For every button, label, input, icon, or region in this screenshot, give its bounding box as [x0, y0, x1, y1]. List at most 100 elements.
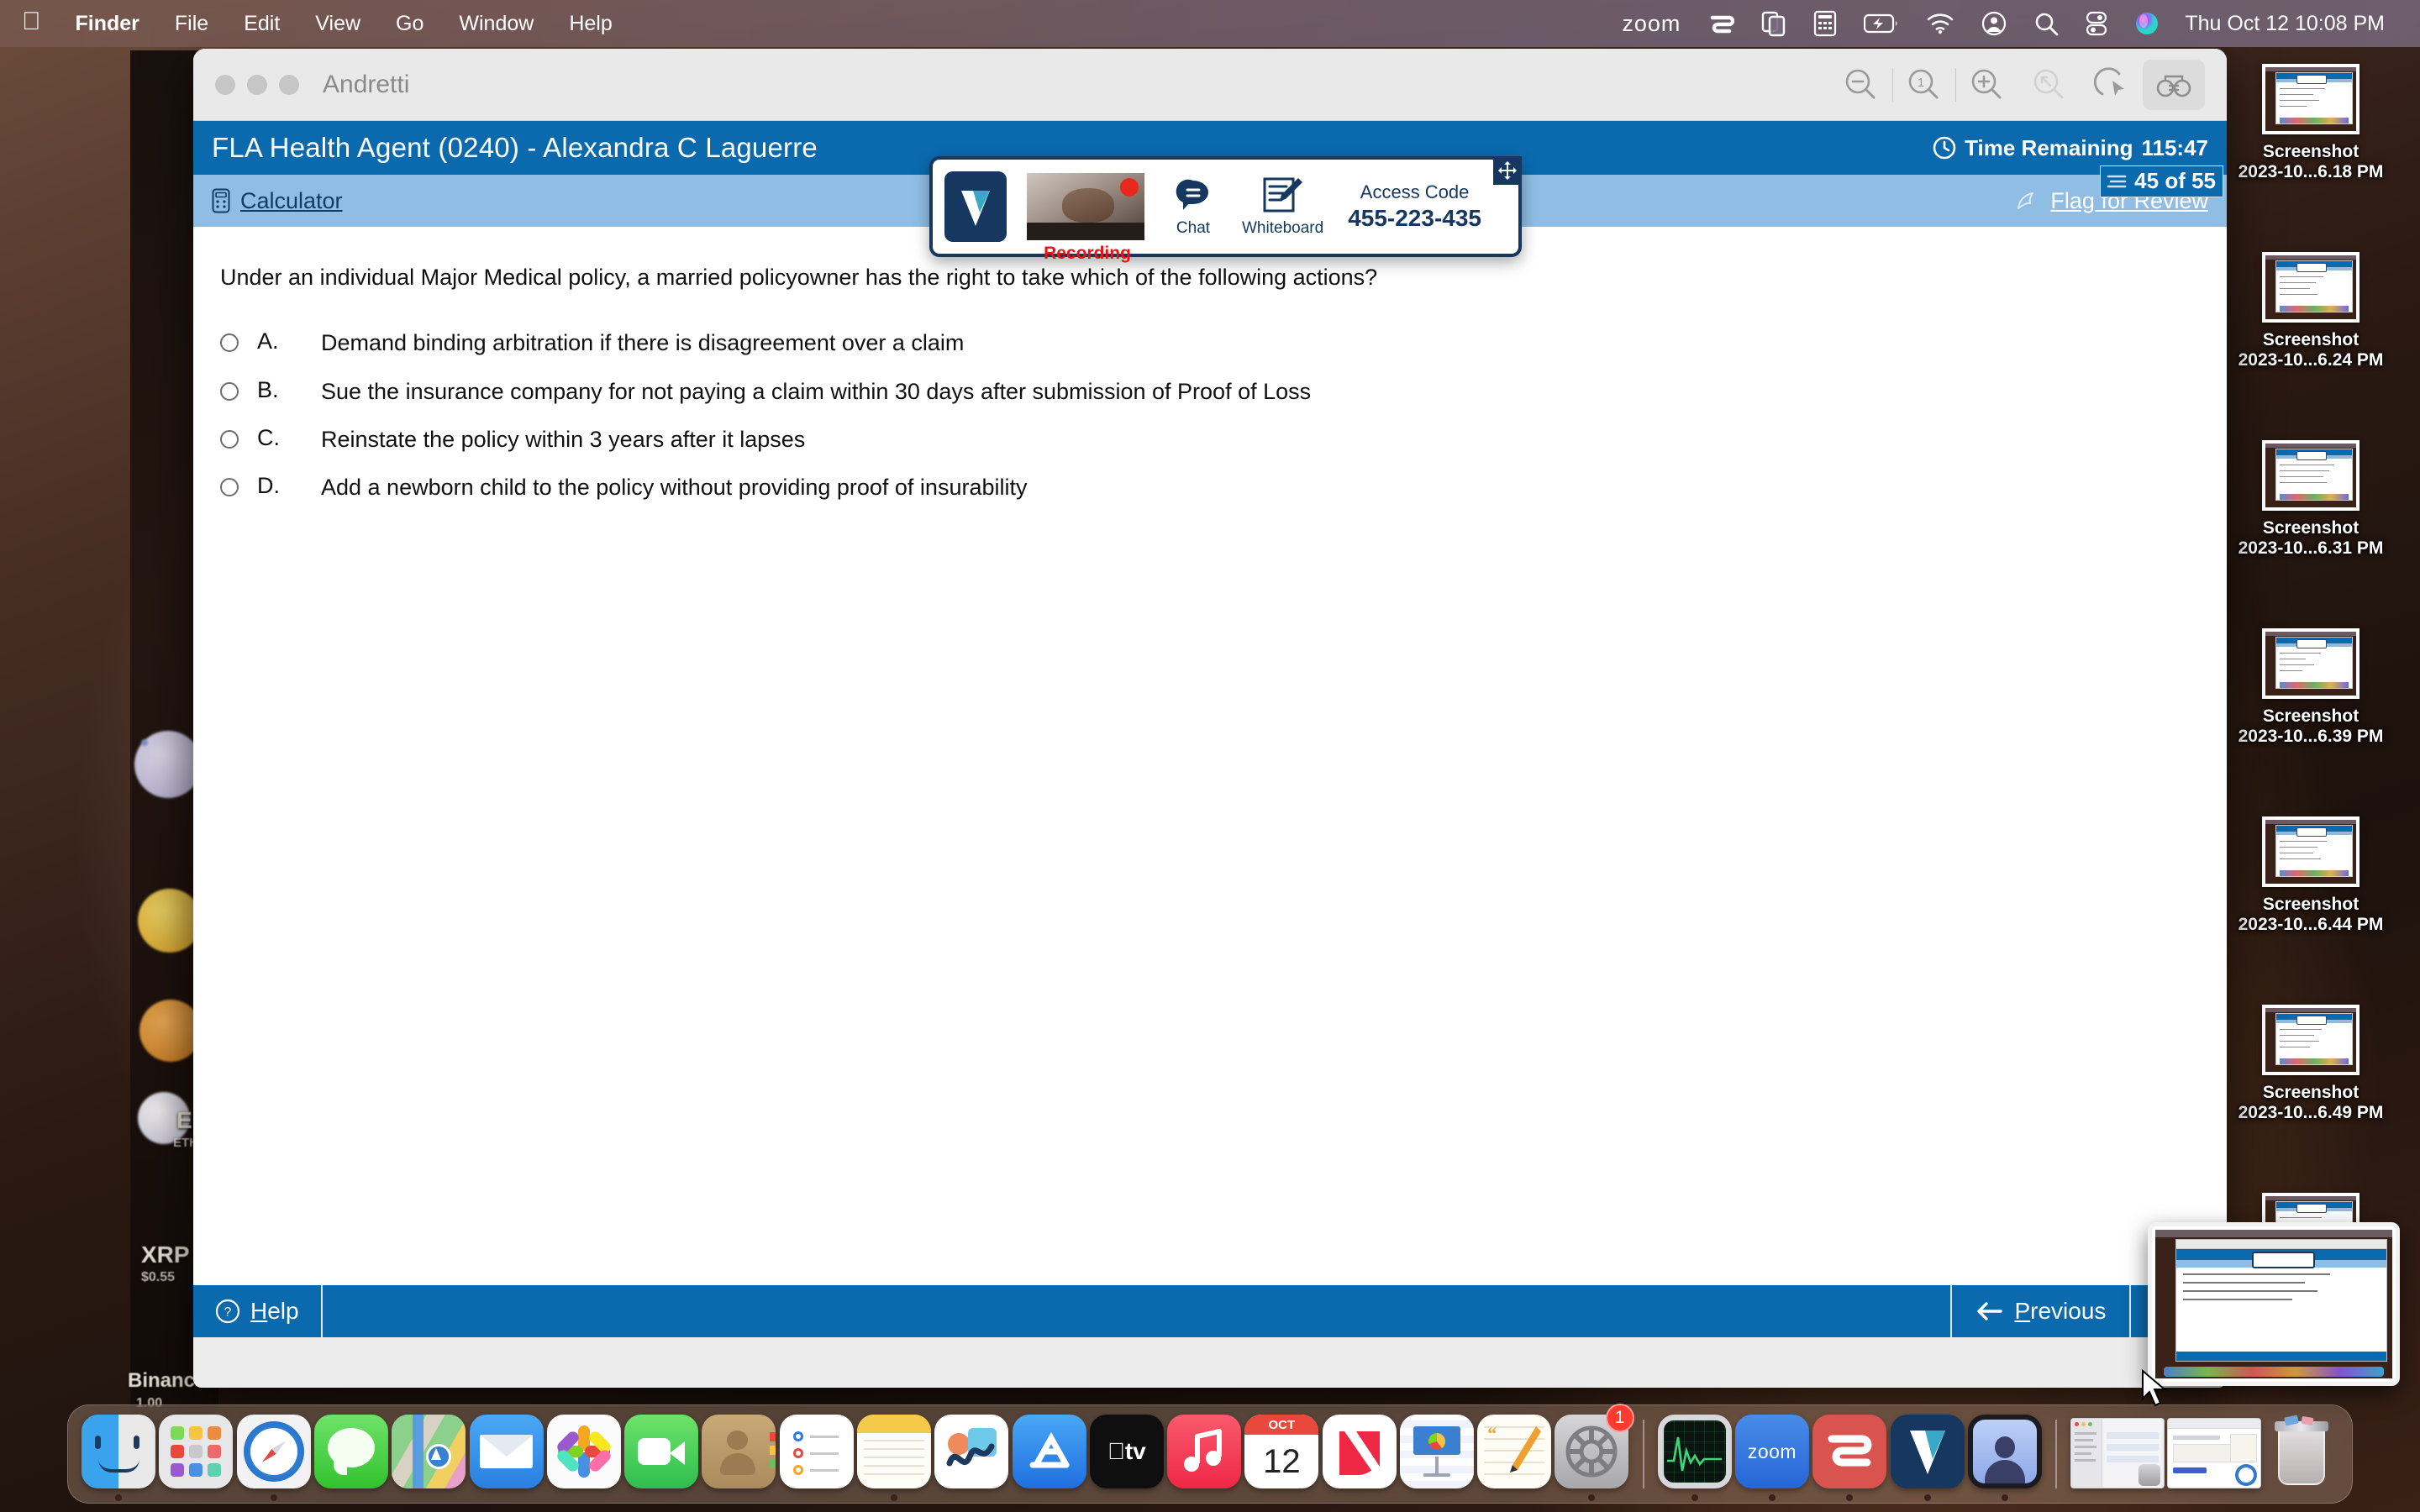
dock-running-indicator [115, 1494, 123, 1501]
dock-item-calendar[interactable]: OCT 12 [1243, 1407, 1320, 1501]
dock-item-keynote[interactable] [1398, 1407, 1476, 1501]
dock-item-photo-booth[interactable] [1966, 1407, 2044, 1501]
option-letter-d: D. [257, 472, 280, 498]
previous-button[interactable]: Previous [1952, 1285, 2129, 1337]
dock-item-apple-tv[interactable]: tv [1088, 1407, 1165, 1501]
zoom-to-fit-icon[interactable] [2018, 60, 2081, 110]
menu-bar-clock[interactable]: Thu Oct 12 10:08 PM [2173, 0, 2398, 47]
close-button[interactable] [215, 74, 235, 95]
window-title: Andretti [323, 70, 410, 98]
answer-option-c[interactable]: C. Reinstate the policy within 3 years a… [193, 416, 2227, 464]
maximize-button[interactable] [279, 74, 299, 95]
time-remaining-group: Time Remaining 115:47 [1933, 135, 2208, 161]
zoom-out-icon[interactable] [1830, 60, 1892, 110]
question-area: Under an individual Major Medical policy… [193, 227, 2227, 1285]
observe-mode-icon[interactable] [2143, 59, 2205, 110]
dock-item-system-settings[interactable]: 1 [1553, 1404, 1634, 1501]
answer-option-d[interactable]: D. Add a newborn child to the policy wit… [193, 464, 2227, 512]
dock-item-pearson-vue[interactable] [1888, 1407, 1965, 1501]
window-title-bar: Andretti 1 [193, 49, 2227, 121]
dock-item-photos[interactable] [545, 1407, 623, 1501]
expressvpn-menu-icon[interactable] [1694, 0, 1748, 47]
dock-item-facetime[interactable] [623, 1407, 700, 1501]
proctor-whiteboard-button[interactable]: Whiteboard [1242, 176, 1323, 238]
menu-item-view[interactable]: View [297, 0, 378, 47]
screenshot-preview-thumbnail[interactable] [2148, 1222, 2400, 1386]
dock-item-messages[interactable] [313, 1407, 390, 1501]
keyboard-input-icon[interactable] [1800, 0, 1850, 47]
radio-button-b[interactable] [220, 381, 239, 401]
control-center-icon[interactable] [2072, 0, 2121, 47]
battery-charging-icon[interactable] [1850, 0, 1912, 47]
messages-icon [313, 1415, 388, 1488]
menu-item-help[interactable]: Help [551, 0, 629, 47]
answer-option-b[interactable]: B. Sue the insurance company for not pay… [193, 368, 2227, 416]
minimize-button[interactable] [247, 74, 267, 95]
desktop-icon-screenshot-2[interactable]: Screenshot 2023-10...6.31 PM [2223, 440, 2399, 559]
zoom-in-icon[interactable] [1956, 60, 2018, 110]
dock-item-contacts[interactable] [700, 1407, 777, 1501]
zoom-menu-icon[interactable]: zoom [1608, 0, 1694, 47]
spotlight-search-icon[interactable] [2020, 0, 2072, 47]
answer-option-a[interactable]: A. Demand binding arbitration if there i… [193, 319, 2227, 367]
window-traffic-lights[interactable] [215, 74, 299, 95]
dock-item-app-store[interactable] [1010, 1407, 1087, 1501]
dock-item-launchpad[interactable] [157, 1407, 234, 1501]
dock-item-minimized-settings[interactable] [2069, 1407, 2165, 1501]
dock-item-zoom[interactable]: zoom [1733, 1407, 1811, 1501]
desktop-icon-screenshot-5[interactable]: Screenshot 2023-10...6.49 PM [2223, 1005, 2399, 1123]
zoom-actual-size-icon[interactable]: 1 [1893, 60, 1955, 110]
apple-logo-icon[interactable]:  [22, 9, 58, 38]
question-counter-label: 45 of 55 [2134, 168, 2216, 193]
dock-item-notes[interactable] [855, 1407, 933, 1501]
dock-item-freeform[interactable] [933, 1407, 1010, 1501]
menu-item-finder[interactable]: Finder [58, 0, 157, 47]
radio-button-d[interactable] [220, 477, 239, 496]
screen-mirroring-icon[interactable] [1748, 0, 1800, 47]
dock-running-indicator [890, 1494, 897, 1501]
dock-item-finder[interactable] [80, 1407, 157, 1501]
desktop-icon-label-line2: 2023-10...6.24 PM [2238, 350, 2384, 370]
mail-icon [469, 1415, 544, 1488]
dock-item-safari[interactable] [235, 1407, 313, 1501]
dock-divider [2054, 1420, 2057, 1488]
dock-item-mail[interactable] [467, 1407, 544, 1501]
previous-label-rest: revious [2030, 1298, 2107, 1324]
dock-item-trash[interactable] [2263, 1407, 2340, 1501]
dock-item-pages[interactable]: “ [1476, 1407, 1553, 1501]
menu-item-go[interactable]: Go [378, 0, 441, 47]
help-button[interactable]: ? Help [193, 1285, 321, 1337]
desktop-icon-screenshot-0[interactable]: Screenshot 2023-10...6.18 PM [2223, 64, 2399, 182]
dock-item-maps[interactable] [390, 1407, 467, 1501]
radio-button-c[interactable] [220, 429, 239, 449]
remote-control-icon[interactable] [2081, 60, 2143, 110]
move-handle-icon[interactable] [1493, 156, 1522, 185]
desktop-icon-screenshot-4[interactable]: Screenshot 2023-10...6.44 PM [2223, 816, 2399, 935]
dock-item-activity-monitor[interactable] [1656, 1407, 1733, 1501]
siri-icon[interactable] [2121, 0, 2173, 47]
calculator-button[interactable]: Calculator [212, 188, 343, 214]
menu-item-edit[interactable]: Edit [226, 0, 297, 47]
menu-item-window[interactable]: Window [441, 0, 551, 47]
wifi-icon[interactable] [1912, 0, 1968, 47]
menu-item-file[interactable]: File [157, 0, 226, 47]
time-remaining-value: 115:47 [2141, 134, 2208, 160]
radio-button-a[interactable] [220, 333, 239, 353]
proctor-chat-button[interactable]: Chat [1173, 176, 1213, 238]
dock-running-indicator [1923, 1494, 1931, 1501]
finder-icon [82, 1415, 156, 1488]
user-account-icon[interactable] [1968, 0, 2020, 47]
dock-item-reminders[interactable] [778, 1407, 855, 1501]
desktop-icon-screenshot-3[interactable]: Screenshot 2023-10...6.39 PM [2223, 628, 2399, 747]
desktop-icon-label: Screenshot 2023-10...6.49 PM [2223, 1083, 2399, 1123]
dock-running-indicator [1691, 1494, 1698, 1501]
desktop-icon-screenshot-1[interactable]: Screenshot 2023-10...6.24 PM [2223, 252, 2399, 370]
dock-item-minimized-safari[interactable] [2165, 1407, 2262, 1501]
dock-item-expressvpn[interactable] [1811, 1407, 1888, 1501]
question-counter[interactable]: 45 of 55 [2100, 165, 2223, 197]
desktop-icon-label-line2: 2023-10...6.44 PM [2238, 915, 2384, 935]
dock-item-music[interactable] [1165, 1407, 1243, 1501]
exam-title: FLA Health Agent (0240) - Alexandra C La… [212, 132, 818, 163]
recording-label: Recording [1044, 244, 1131, 263]
dock-item-news[interactable] [1321, 1407, 1398, 1501]
